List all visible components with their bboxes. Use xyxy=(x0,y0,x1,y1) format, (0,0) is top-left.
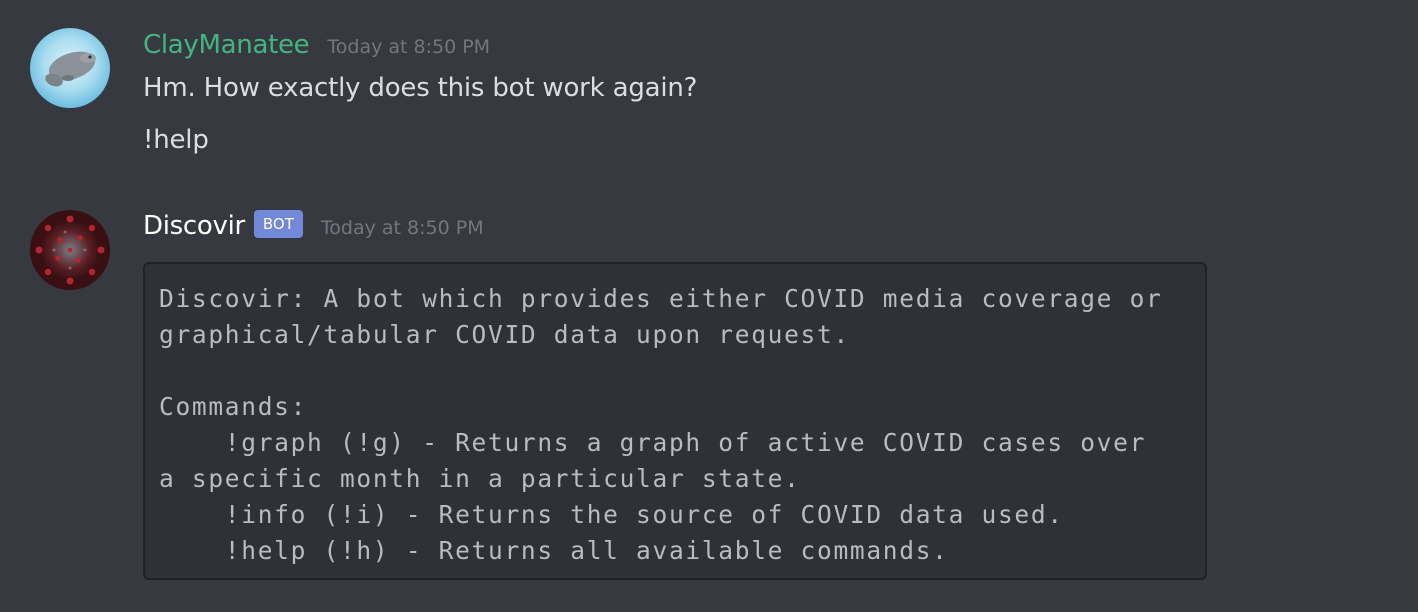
code-block: Discovir: A bot which provides either CO… xyxy=(143,262,1207,580)
bot-badge: BOT xyxy=(253,210,303,238)
coronavirus-avatar-icon xyxy=(30,210,110,290)
code-block-text: Discovir: A bot which provides either CO… xyxy=(159,284,1163,565)
message-header: Discovir BOT Today at 8:50 PM xyxy=(143,210,484,241)
message-text: Hm. How exactly does this bot work again… xyxy=(143,73,698,103)
timestamp: Today at 8:50 PM xyxy=(320,217,484,239)
manatee-avatar-icon xyxy=(30,28,110,108)
avatar[interactable] xyxy=(30,28,110,108)
avatar[interactable] xyxy=(30,210,110,290)
message-header: ClayManatee Today at 8:50 PM xyxy=(143,30,490,60)
timestamp: Today at 8:50 PM xyxy=(327,36,491,58)
username[interactable]: ClayManatee xyxy=(143,30,310,60)
chat-messages: ClayManatee Today at 8:50 PM Hm. How exa… xyxy=(0,0,1418,612)
username[interactable]: Discovir xyxy=(143,211,245,241)
message-text: !help xyxy=(143,125,209,155)
